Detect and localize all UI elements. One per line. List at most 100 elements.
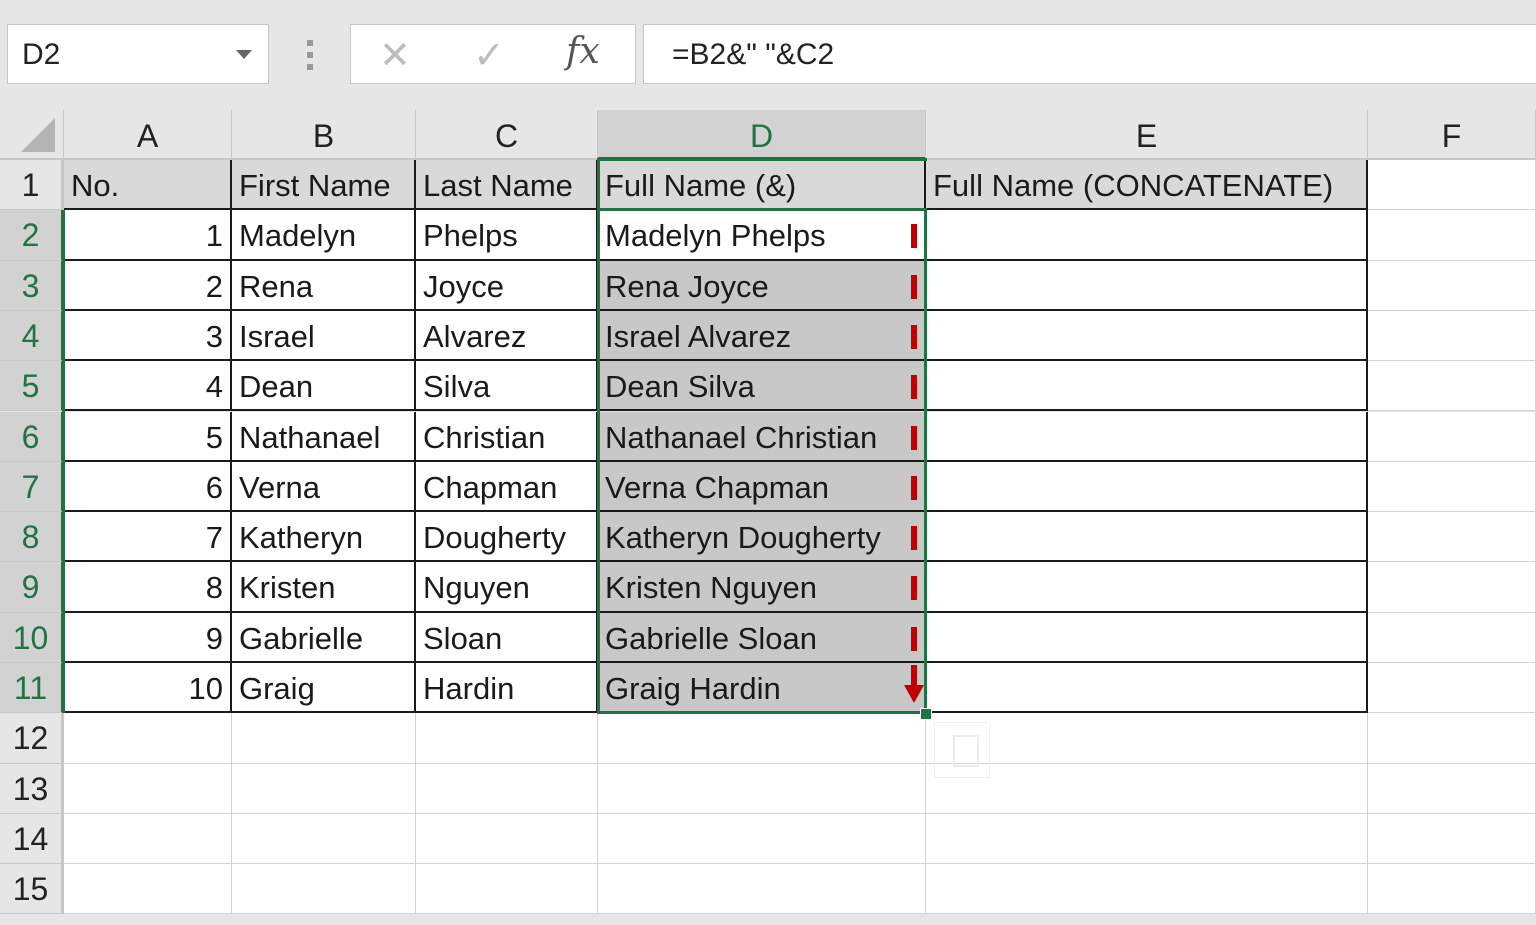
cell-F9[interactable] [1368, 562, 1536, 613]
row-header-5[interactable]: 5 [0, 361, 64, 412]
header-cell-a[interactable]: No. [64, 160, 232, 211]
cell-B10[interactable]: Gabrielle [232, 612, 416, 663]
header-cell-d[interactable]: Full Name (&) [598, 160, 926, 211]
cell-B5[interactable]: Dean [232, 361, 416, 412]
cell-D14[interactable] [598, 813, 926, 865]
cell-D12[interactable] [598, 713, 926, 764]
enter-icon[interactable]: ✓ [473, 33, 505, 78]
cell-F11[interactable] [1368, 663, 1536, 714]
quick-analysis-icon[interactable] [934, 722, 990, 778]
cell-D15[interactable] [598, 864, 926, 915]
cell-F8[interactable] [1368, 512, 1536, 563]
cell-D8[interactable]: Katheryn Dougherty [598, 512, 926, 563]
column-header-d[interactable]: D [598, 110, 926, 160]
cell-A11[interactable]: 10 [64, 663, 232, 714]
fill-handle[interactable] [920, 708, 932, 721]
cell-D6[interactable]: Nathanael Christian [598, 411, 926, 462]
cell-F7[interactable] [1368, 461, 1536, 513]
cell-E11[interactable] [926, 663, 1368, 714]
cell-C15[interactable] [416, 864, 598, 915]
cell-B13[interactable] [232, 763, 416, 814]
cell-A7[interactable]: 6 [64, 461, 232, 513]
cell-A9[interactable]: 8 [64, 562, 232, 613]
column-header-a[interactable]: A [64, 110, 232, 160]
cell-E12[interactable] [926, 713, 1368, 764]
cell-E6[interactable] [926, 411, 1368, 462]
cell-A13[interactable] [64, 763, 232, 814]
row-header-10[interactable]: 10 [0, 612, 64, 663]
cell-B4[interactable]: Israel [232, 310, 416, 362]
cell-A5[interactable]: 4 [64, 361, 232, 412]
grip-handle-icon[interactable] [306, 40, 314, 70]
cell-E8[interactable] [926, 512, 1368, 563]
cell-D10[interactable]: Gabrielle Sloan [598, 612, 926, 663]
cell-C10[interactable]: Sloan [416, 612, 598, 663]
select-all-button[interactable] [0, 110, 64, 160]
cell-E13[interactable] [926, 763, 1368, 814]
header-cell-b[interactable]: First Name [232, 160, 416, 211]
cell-E2[interactable] [926, 210, 1368, 261]
cell-F4[interactable] [1368, 310, 1536, 362]
cell-B9[interactable]: Kristen [232, 562, 416, 613]
cell-E3[interactable] [926, 260, 1368, 311]
cell-C14[interactable] [416, 813, 598, 865]
row-header-11[interactable]: 11 [0, 663, 64, 714]
cell-D11[interactable]: Graig Hardin [598, 663, 926, 714]
row-header-13[interactable]: 13 [0, 763, 64, 814]
cell-F2[interactable] [1368, 210, 1536, 261]
cancel-icon[interactable]: ✕ [379, 33, 411, 78]
cell-C2[interactable]: Phelps [416, 210, 598, 261]
cell-A14[interactable] [64, 813, 232, 865]
cell-F1[interactable] [1368, 160, 1536, 211]
row-header-1[interactable]: 1 [0, 160, 64, 211]
cell-B6[interactable]: Nathanael [232, 411, 416, 462]
cell-A12[interactable] [64, 713, 232, 764]
cell-A3[interactable]: 2 [64, 260, 232, 311]
cell-D5[interactable]: Dean Silva [598, 361, 926, 412]
cell-F13[interactable] [1368, 763, 1536, 814]
cell-F10[interactable] [1368, 612, 1536, 663]
row-header-2[interactable]: 2 [0, 210, 64, 261]
cell-C7[interactable]: Chapman [416, 461, 598, 513]
column-header-b[interactable]: B [232, 110, 416, 160]
cell-F5[interactable] [1368, 361, 1536, 412]
header-cell-e[interactable]: Full Name (CONCATENATE) [926, 160, 1368, 211]
cell-B3[interactable]: Rena [232, 260, 416, 311]
column-header-e[interactable]: E [926, 110, 1368, 160]
cell-C5[interactable]: Silva [416, 361, 598, 412]
cell-E14[interactable] [926, 813, 1368, 865]
chevron-down-icon[interactable] [236, 50, 252, 59]
cell-B7[interactable]: Verna [232, 461, 416, 513]
row-header-9[interactable]: 9 [0, 562, 64, 613]
row-header-4[interactable]: 4 [0, 310, 64, 362]
cell-F12[interactable] [1368, 713, 1536, 764]
row-header-6[interactable]: 6 [0, 411, 64, 462]
cell-D9[interactable]: Kristen Nguyen [598, 562, 926, 613]
cell-E5[interactable] [926, 361, 1368, 412]
row-header-3[interactable]: 3 [0, 260, 64, 311]
cell-B11[interactable]: Graig [232, 663, 416, 714]
cell-C9[interactable]: Nguyen [416, 562, 598, 613]
cell-A8[interactable]: 7 [64, 512, 232, 563]
cell-C13[interactable] [416, 763, 598, 814]
cell-C12[interactable] [416, 713, 598, 764]
cell-F3[interactable] [1368, 260, 1536, 311]
formula-input[interactable]: =B2&" "&C2 [643, 24, 1536, 84]
column-header-c[interactable]: C [416, 110, 598, 160]
insert-function-icon[interactable]: fx [566, 31, 600, 72]
cell-F6[interactable] [1368, 411, 1536, 462]
cell-E15[interactable] [926, 864, 1368, 915]
cell-D2[interactable]: Madelyn Phelps [598, 210, 926, 261]
cell-B15[interactable] [232, 864, 416, 915]
cell-D3[interactable]: Rena Joyce [598, 260, 926, 311]
cell-B2[interactable]: Madelyn [232, 210, 416, 261]
row-header-14[interactable]: 14 [0, 813, 64, 865]
cell-F15[interactable] [1368, 864, 1536, 915]
cell-B12[interactable] [232, 713, 416, 764]
cell-A15[interactable] [64, 864, 232, 915]
cell-C11[interactable]: Hardin [416, 663, 598, 714]
cell-A10[interactable]: 9 [64, 612, 232, 663]
cell-B8[interactable]: Katheryn [232, 512, 416, 563]
cell-A4[interactable]: 3 [64, 310, 232, 362]
cell-E9[interactable] [926, 562, 1368, 613]
